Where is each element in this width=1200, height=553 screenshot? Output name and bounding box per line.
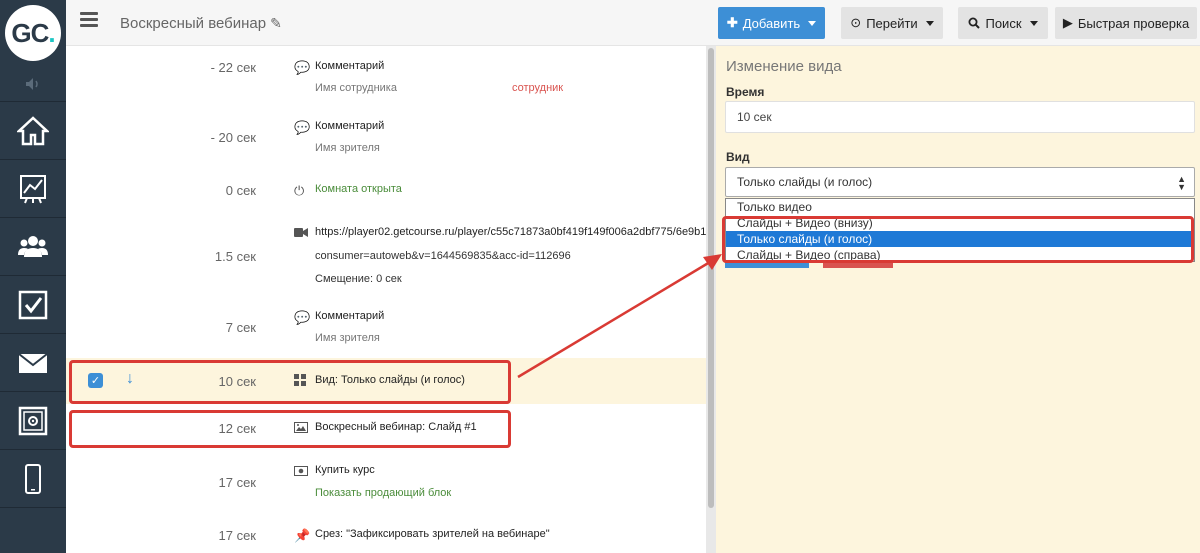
row-subtitle: Показать продающий блок [315,487,452,499]
caret-down-icon [1029,20,1038,26]
sidebar-item-stats[interactable] [0,160,66,218]
search-button[interactable]: Поиск [958,7,1048,39]
quick-check-button-label: Быстрая проверка [1077,15,1190,31]
comment-icon: 💬 [294,120,311,135]
add-button[interactable]: ✚ Добавить [718,7,825,39]
caret-down-icon [925,20,934,26]
plus-icon: ✚ [726,15,738,30]
annotation-box-row [69,410,511,448]
row-url-continued: consumer=autoweb&v=1644569835&acc-id=112… [315,250,571,262]
row-time: 7 сек [225,320,256,335]
time-label: Время [726,85,765,99]
sidebar-item-home[interactable] [0,102,66,160]
checkbox-icon [18,290,48,319]
row-subtitle: Имя сотрудника [315,82,397,94]
row-title: Комментарий [315,120,385,132]
row-time: - 22 сек [210,60,256,75]
view-select-value: Только слайды (и голос) [737,175,873,189]
search-button-label: Поиск [985,15,1022,31]
page-title-text: Воскресный вебинар [120,15,267,32]
view-label: Вид [726,150,750,164]
goto-button-label: Перейти [866,15,918,31]
sidebar-item-tasks[interactable] [0,276,66,334]
row-title: Комментарий [315,310,385,322]
add-button-label: Добавить [742,15,801,31]
chart-icon [20,174,46,203]
users-icon [18,235,48,257]
sidebar-item-users[interactable] [0,218,66,276]
logo[interactable]: GC. [0,0,66,66]
pin-icon: 📌 [294,528,311,543]
play-icon: ▶ [1062,15,1073,30]
row-title: Комментарий [315,60,385,72]
time-input[interactable]: 10 сек [725,101,1195,133]
row-title: Срез: "Зафиксировать зрителей на вебинар… [315,528,550,540]
hamburger-menu-icon[interactable] [80,12,98,28]
power-icon: ⏻ [294,183,305,198]
header: Воскресный вебинар ✎ ✚ Добавить ⊙ Перейти… [66,0,1200,46]
row-subtitle: Имя зрителя [315,332,380,344]
video-icon [294,226,308,240]
row-title: Комната открыта [315,183,402,195]
sidebar-item-mobile[interactable] [0,450,66,508]
goto-button[interactable]: ⊙ Перейти [841,7,943,39]
row-time: - 20 сек [210,130,256,145]
sidebar-item-safe[interactable] [0,392,66,450]
row-time: 1.5 сек [214,249,256,264]
panel-title: Изменение вида [726,58,842,75]
money-icon [294,464,308,478]
logo-circle: GC. [5,5,61,61]
sidebar: GC. [0,0,66,553]
safe-icon [18,406,48,435]
edit-view-panel: Изменение вида Время 10 сек Вид Только с… [716,46,1200,553]
row-url: https://player02.getcourse.ru/player/c55… [315,226,706,238]
row-offset: Смещение: 0 сек [315,273,402,285]
row-title: Купить курс [315,464,375,476]
option-video-only[interactable]: Только видео [726,199,1194,215]
comment-icon: 💬 [294,310,311,325]
speaker-icon[interactable] [0,66,66,102]
pencil-icon[interactable]: ✎ [270,15,282,32]
caret-down-icon [808,20,817,26]
comment-icon: 💬 [294,60,311,75]
scrollbar-thumb[interactable] [708,48,714,508]
page-title: Воскресный вебинар ✎ [120,15,282,32]
clock-icon: ⊙ [850,15,862,30]
sidebar-item-messages[interactable] [0,334,66,392]
annotation-box-row [69,360,511,404]
search-icon [968,17,981,29]
updown-arrows-icon: ▲ ▼ [1177,174,1186,192]
quick-check-button[interactable]: ▶ Быстрая проверка [1055,7,1197,39]
view-select[interactable]: Только слайды (и голос) ▲ ▼ [725,167,1195,197]
home-icon [17,115,49,145]
role-tag: сотрудник [512,82,564,94]
phone-icon [25,463,41,494]
mail-icon [18,352,48,373]
timeline-scrollbar[interactable] [706,46,716,553]
row-time: 17 сек [218,475,257,490]
annotation-box-options [722,216,1194,263]
timeline-list: - 22 сек 💬 Комментарий Имя сотрудника со… [66,46,706,553]
row-time: 0 сек [225,183,256,198]
row-time: 17 сек [218,528,257,543]
row-subtitle: Имя зрителя [315,142,380,154]
